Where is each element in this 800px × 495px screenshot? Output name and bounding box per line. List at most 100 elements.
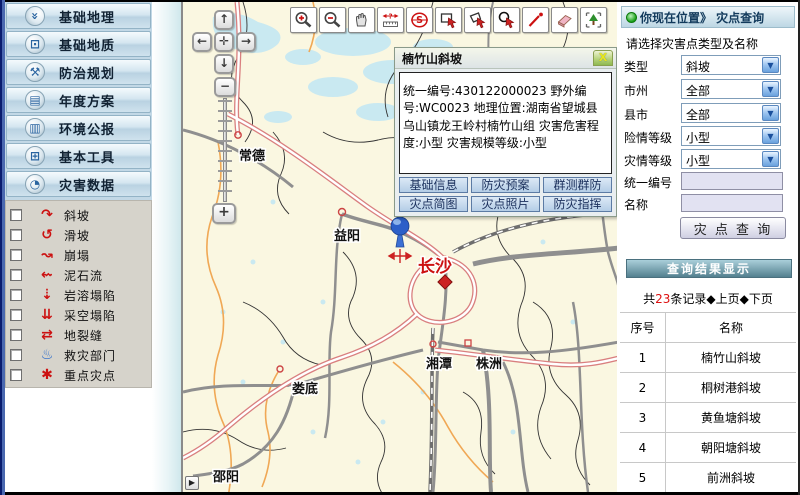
table-row[interactable]: 5前洲斜坡	[620, 463, 796, 493]
chevron-down-icon[interactable]: ▼	[762, 105, 779, 121]
zoom-in-button[interactable]	[290, 7, 317, 33]
chevron-down-icon[interactable]: ▼	[762, 151, 779, 167]
identify-button[interactable]: S	[406, 7, 433, 33]
sidebar-item-annual-plan[interactable]: ▤年度方案	[6, 87, 151, 113]
next-page-link[interactable]: ◆下页	[740, 292, 773, 306]
eraser-icon	[554, 10, 575, 30]
rect-select-button[interactable]	[435, 7, 462, 33]
layer-row-slope[interactable]: ↷斜坡	[6, 205, 151, 225]
landslide-checkbox[interactable]	[10, 229, 22, 241]
layer-row-landslide[interactable]: ↺滑坡	[6, 225, 151, 245]
breadcrumb: 你现在位置》 灾点查询	[621, 6, 795, 28]
name-input[interactable]	[681, 194, 783, 212]
chevron-down-icon[interactable]: ▼	[762, 81, 779, 97]
pan-down-button[interactable]: ↓	[214, 54, 234, 74]
circle-select-icon	[496, 10, 517, 30]
rect-select-icon	[438, 10, 459, 30]
row-name[interactable]: 桐树港斜坡	[666, 373, 796, 402]
sidebar-item-label: 基础地质	[59, 35, 115, 54]
eraser-button[interactable]	[551, 7, 578, 33]
sidebar-item-basic-tools[interactable]: ⊞基本工具	[6, 143, 151, 169]
pan-center-button[interactable]: ✛	[214, 32, 234, 52]
map-canvas[interactable]: 常德益阳长沙湘潭株洲娄底邵阳 ?S ↑ ← ✛ → ↓ − + ▶ 楠竹山斜坡 …	[181, 2, 617, 492]
layer-label: 岩溶塌陷	[64, 287, 116, 304]
mining-collapse-checkbox[interactable]	[10, 309, 22, 321]
corner-pan-button[interactable]: ▶	[185, 476, 199, 490]
row-name[interactable]: 朝阳塘斜坡	[666, 433, 796, 462]
table-row[interactable]: 1楠竹山斜坡	[620, 343, 796, 373]
site-photo-button[interactable]: 灾点照片	[471, 196, 540, 212]
city-select-label: 市州	[624, 82, 648, 99]
popup-titlebar[interactable]: 楠竹山斜坡 X	[395, 48, 616, 69]
disaster-level-select-label: 灾情等级	[624, 152, 672, 169]
command-button[interactable]: 防灾指挥	[543, 196, 612, 212]
row-name[interactable]: 楠竹山斜坡	[666, 343, 796, 372]
layer-row-debris-flow[interactable]: ⇜泥石流	[6, 265, 151, 285]
relief-dept-icon: ♨	[36, 347, 58, 363]
slider-plus-button[interactable]: +	[212, 203, 236, 224]
karst-collapse-checkbox[interactable]	[10, 289, 22, 301]
sidebar-item-label: 灾害数据	[59, 175, 115, 194]
danger-level-select[interactable]: 小型▼	[681, 126, 781, 146]
site-sketch-button[interactable]: 灾点简图	[399, 196, 468, 212]
layer-row-ground-fissure[interactable]: ⇄地裂缝	[6, 325, 151, 345]
circle-select-button[interactable]	[493, 7, 520, 33]
table-row[interactable]: 4朝阳塘斜坡	[620, 433, 796, 463]
close-icon[interactable]: X	[593, 50, 613, 66]
grid-icon: ⊞	[25, 146, 45, 166]
mining-collapse-icon: ⇊	[36, 307, 58, 323]
zoom-out-icon	[322, 10, 343, 30]
zoom-out-button[interactable]	[319, 7, 346, 33]
row-name[interactable]: 黄鱼塘斜坡	[666, 403, 796, 432]
key-disaster-points-checkbox[interactable]	[10, 369, 22, 381]
sidebar-item-disaster-data[interactable]: ◔灾害数据	[6, 171, 151, 197]
collapse-checkbox[interactable]	[10, 249, 22, 261]
map-label: 常德	[239, 148, 265, 164]
selected-value: 小型	[686, 152, 710, 169]
sidebar-item-basic-geography[interactable]: »基础地理	[6, 3, 151, 29]
city-select[interactable]: 全部 ▼	[681, 79, 781, 99]
pan-up-button[interactable]: ↑	[214, 10, 234, 30]
query-button[interactable]: 灾 点 查 询	[680, 217, 786, 239]
polygon-select-button[interactable]	[464, 7, 491, 33]
table-row[interactable]: 2桐树港斜坡	[620, 373, 796, 403]
county-select[interactable]: 全部▼	[681, 103, 781, 123]
ground-fissure-icon: ⇄	[36, 327, 58, 343]
layer-tree-button[interactable]	[580, 7, 607, 33]
pan-right-button[interactable]: →	[236, 32, 256, 52]
layer-row-karst-collapse[interactable]: ⇣岩溶塌陷	[6, 285, 151, 305]
table-row[interactable]: 3黄鱼塘斜坡	[620, 403, 796, 433]
redline-button[interactable]	[522, 7, 549, 33]
slope-checkbox[interactable]	[10, 209, 22, 221]
prevention-plan-button[interactable]: 防灾预案	[471, 177, 540, 193]
ground-fissure-checkbox[interactable]	[10, 329, 22, 341]
chevron-down-icon[interactable]: ▼	[762, 57, 779, 73]
county-select-row: 县市全部▼	[624, 103, 794, 123]
chevron-down-icon[interactable]: ▼	[762, 128, 779, 144]
layer-row-mining-collapse[interactable]: ⇊采空塌陷	[6, 305, 151, 325]
row-name[interactable]: 前洲斜坡	[666, 463, 796, 492]
layer-row-collapse[interactable]: ↝崩塌	[6, 245, 151, 265]
slider-minus-button[interactable]: −	[214, 77, 236, 97]
layer-row-key-disaster-points[interactable]: ✱重点灾点	[6, 365, 151, 385]
selected-value: 全部	[686, 82, 710, 99]
measure-button[interactable]: ?	[377, 7, 404, 33]
group-monitoring-button[interactable]: 群测群防	[543, 177, 612, 193]
sidebar-item-prevention-planning[interactable]: ⚒防治规划	[6, 59, 151, 85]
popup-info-text: 统一编号:430122000023 野外编号:WC0023 地理位置:湖南省望城…	[399, 72, 612, 174]
col-header-name: 名称	[666, 313, 796, 342]
type-select[interactable]: 斜坡▼	[681, 55, 781, 75]
debris-flow-checkbox[interactable]	[10, 269, 22, 281]
pan-button[interactable]	[348, 7, 375, 33]
disaster-level-select[interactable]: 小型 ▼	[681, 149, 781, 169]
basic-info-button[interactable]: 基础信息	[399, 177, 468, 193]
pan-left-button[interactable]: ←	[192, 32, 212, 52]
map-label: 长沙	[418, 256, 452, 277]
sidebar-item-basic-geology[interactable]: ⊡基础地质	[6, 31, 151, 57]
relief-department-checkbox[interactable]	[10, 349, 22, 361]
sidebar-item-environment-bulletin[interactable]: ▥环境公报	[6, 115, 151, 141]
layer-row-relief-department[interactable]: ♨救灾部门	[6, 345, 151, 365]
prev-page-link[interactable]: ◆上页	[706, 292, 739, 306]
unified-number-input[interactable]	[681, 172, 783, 190]
result-table: 序号名称1楠竹山斜坡2桐树港斜坡3黄鱼塘斜坡4朝阳塘斜坡5前洲斜坡	[620, 312, 796, 493]
